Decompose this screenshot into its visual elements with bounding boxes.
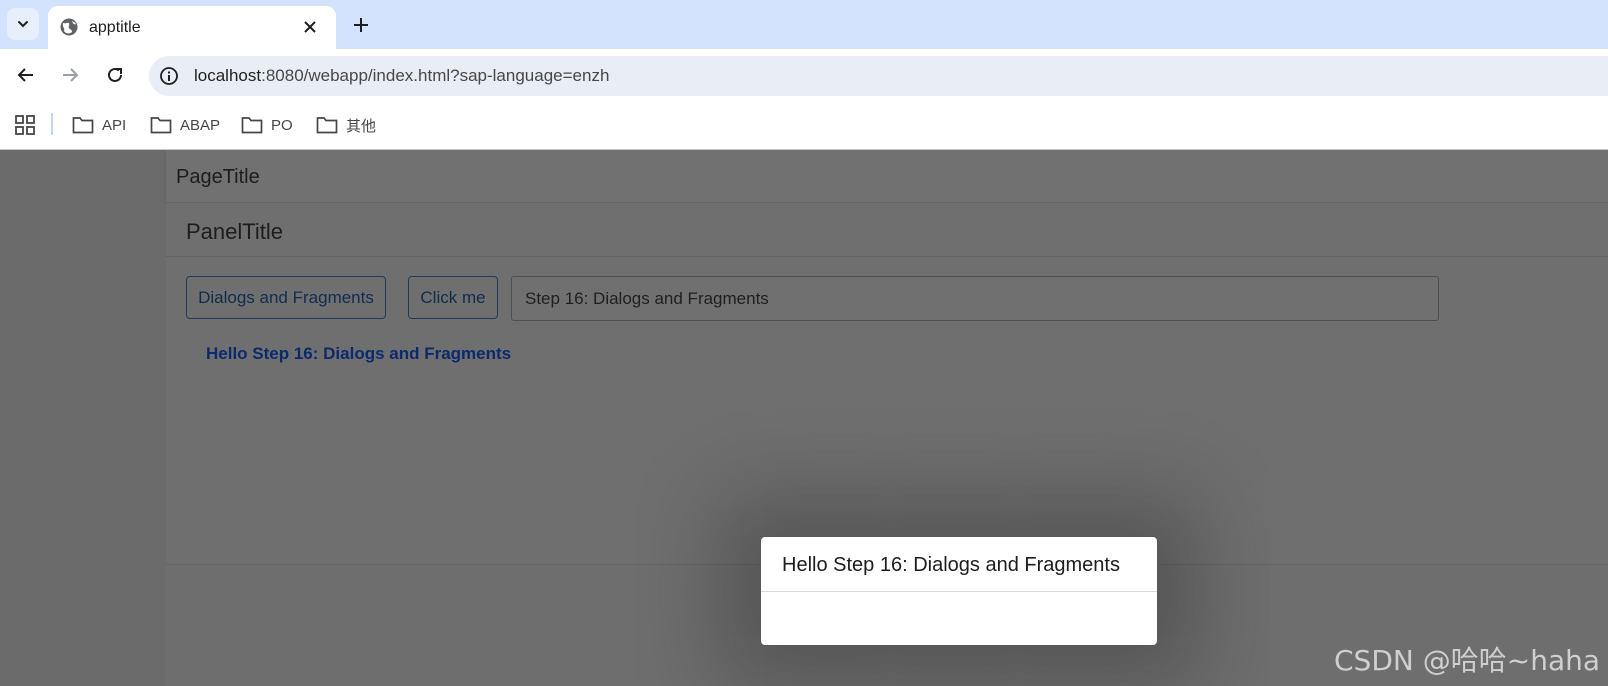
bookmarks-bar: API ABAP PO 其他 — [0, 101, 1608, 150]
tab-strip: apptitle — [0, 0, 1608, 49]
bookmark-abap[interactable]: ABAP — [150, 113, 220, 137]
dialog-title: Hello Step 16: Dialogs and Fragments — [782, 554, 1120, 576]
chevron-down-icon — [18, 21, 28, 28]
reload-icon — [108, 67, 122, 82]
info-icon[interactable] — [159, 66, 179, 86]
reload-button[interactable] — [103, 63, 127, 87]
panel: PanelTitle Dialogs and Fragments Click m… — [166, 203, 1608, 565]
dialog-header: Hello Step 16: Dialogs and Fragments — [761, 537, 1157, 592]
greeting-text: Hello Step 16: Dialogs and Fragments — [206, 344, 512, 363]
recipient-input[interactable]: Step 16: Dialogs and Fragments — [511, 276, 1439, 321]
plus-icon — [354, 18, 368, 32]
forward-button[interactable] — [58, 63, 82, 87]
close-icon — [304, 21, 316, 33]
panel-header: PanelTitle — [166, 203, 1608, 257]
folder-icon — [241, 117, 263, 134]
dialogs-fragments-button[interactable]: Dialogs and Fragments — [186, 276, 386, 319]
folder-icon — [72, 117, 94, 134]
tab-search-button[interactable] — [7, 8, 39, 40]
browser-toolbar: localhost:8080/webapp/index.html?sap-lan… — [0, 49, 1608, 101]
panel-title: PanelTitle — [186, 219, 284, 244]
bookmarks-separator — [51, 113, 53, 135]
watermark: CSDN @哈哈~haha — [1334, 644, 1601, 677]
globe-icon — [60, 18, 78, 36]
click-me-button[interactable]: Click me — [408, 276, 498, 319]
bookmark-label: PO — [271, 116, 293, 134]
bookmark-label: API — [102, 116, 127, 134]
hello-dialog: Hello Step 16: Dialogs and Fragments — [760, 536, 1158, 646]
folder-icon — [150, 117, 172, 134]
arrow-left-icon — [17, 68, 33, 82]
address-bar[interactable]: localhost:8080/webapp/index.html?sap-lan… — [149, 56, 1608, 96]
bookmark-other[interactable]: 其他 — [316, 113, 376, 137]
bookmark-api[interactable]: API — [72, 113, 126, 137]
apps-grid-icon[interactable] — [14, 114, 36, 136]
tab-title: apptitle — [89, 19, 141, 36]
bookmark-label: ABAP — [180, 116, 221, 134]
new-tab-button[interactable] — [350, 14, 372, 36]
tab-close-button[interactable] — [300, 17, 320, 37]
folder-icon — [316, 117, 338, 134]
bookmark-label: 其他 — [346, 117, 377, 135]
active-tab[interactable]: apptitle — [48, 6, 336, 49]
arrow-right-icon — [63, 68, 79, 82]
url-text[interactable]: localhost:8080/webapp/index.html?sap-lan… — [194, 66, 609, 86]
page-header: PageTitle — [166, 150, 1608, 203]
back-button[interactable] — [14, 63, 38, 87]
page-title: PageTitle — [176, 166, 260, 188]
bookmark-po[interactable]: PO — [241, 113, 293, 137]
shell-side-area — [0, 150, 166, 686]
